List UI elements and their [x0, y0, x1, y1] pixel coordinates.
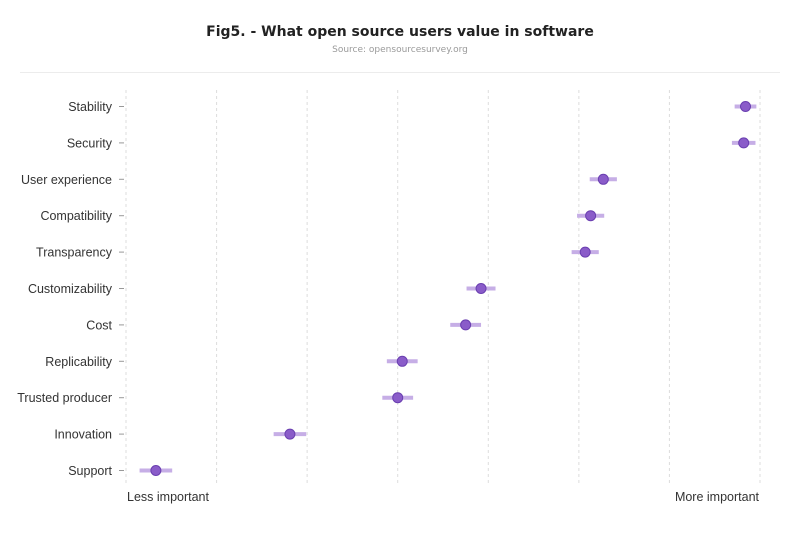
y-tick-label-stability: Stability — [68, 100, 113, 114]
data-point-compatibility — [585, 210, 597, 222]
data-point-transparency — [579, 246, 591, 258]
data-point-trusted-producer — [392, 392, 404, 404]
x-tick-label-more-important: More important — [675, 490, 760, 504]
y-tick-label-cost: Cost — [86, 318, 112, 332]
data-marks — [139, 101, 757, 476]
y-axis: Stability Security User experience Compatib… — [17, 100, 124, 478]
data-point-customizability — [475, 283, 487, 294]
data-point-user-experience — [597, 173, 609, 185]
data-point-security — [738, 137, 750, 149]
y-tick-label-compatibility: Compatibility — [40, 209, 112, 223]
data-point-innovation — [284, 428, 296, 440]
gridlines — [125, 90, 761, 485]
y-tick-label-transparency: Transparency — [36, 246, 113, 260]
data-point-stability — [740, 101, 752, 112]
y-tick-label-support: Support — [68, 464, 112, 478]
data-point-support — [150, 465, 162, 476]
x-tick-label-less-important: Less important — [127, 490, 210, 504]
y-tick-label-innovation: Innovation — [54, 428, 112, 442]
data-point-replicability — [396, 355, 408, 367]
y-tick-label-user-experience: User experience — [21, 173, 112, 187]
y-tick-label-customizability: Customizability — [28, 282, 113, 296]
y-tick-label-security: Security — [67, 136, 113, 150]
y-tick-label-replicability: Replicability — [45, 355, 112, 369]
dot-plot: Stability Security User experience Compatib… — [17, 90, 761, 504]
data-point-cost — [460, 319, 472, 331]
y-tick-label-trusted-producer: Trusted producer — [17, 391, 112, 405]
